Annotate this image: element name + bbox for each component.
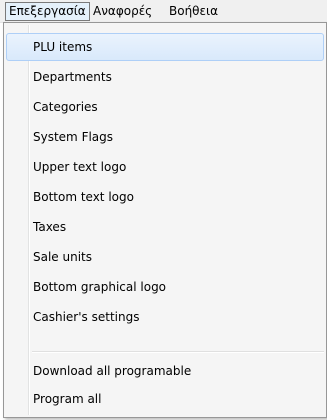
- menu-bar: Επεξεργασία Αναφορές Βοήθεια: [0, 0, 327, 23]
- menu-item-taxes[interactable]: Taxes: [6, 213, 324, 241]
- menu-item-program-all[interactable]: Program all: [6, 385, 324, 413]
- menu-reports[interactable]: Αναφορές: [90, 2, 155, 21]
- menu-help[interactable]: Βοήθεια: [166, 2, 221, 21]
- menu-item-plu-items[interactable]: PLU items: [6, 33, 324, 61]
- menu-item-cashiers-settings[interactable]: Cashier's settings: [6, 303, 324, 331]
- menu-item-sale-units[interactable]: Sale units: [6, 243, 324, 271]
- menu-item-categories[interactable]: Categories: [6, 93, 324, 121]
- menu-item-bottom-text-logo[interactable]: Bottom text logo: [6, 183, 324, 211]
- menu-item-system-flags[interactable]: System Flags: [6, 123, 324, 151]
- menu-edit[interactable]: Επεξεργασία: [5, 2, 90, 21]
- menu-item-download-all-programable[interactable]: Download all programable: [6, 357, 324, 385]
- menu-item-departments[interactable]: Departments: [6, 63, 324, 91]
- menu-item-bottom-graphical-logo[interactable]: Bottom graphical logo: [6, 273, 324, 301]
- menu-item-upper-text-logo[interactable]: Upper text logo: [6, 153, 324, 181]
- edit-dropdown-menu: PLU items Departments Categories System …: [3, 22, 327, 418]
- menu-separator: [32, 351, 324, 353]
